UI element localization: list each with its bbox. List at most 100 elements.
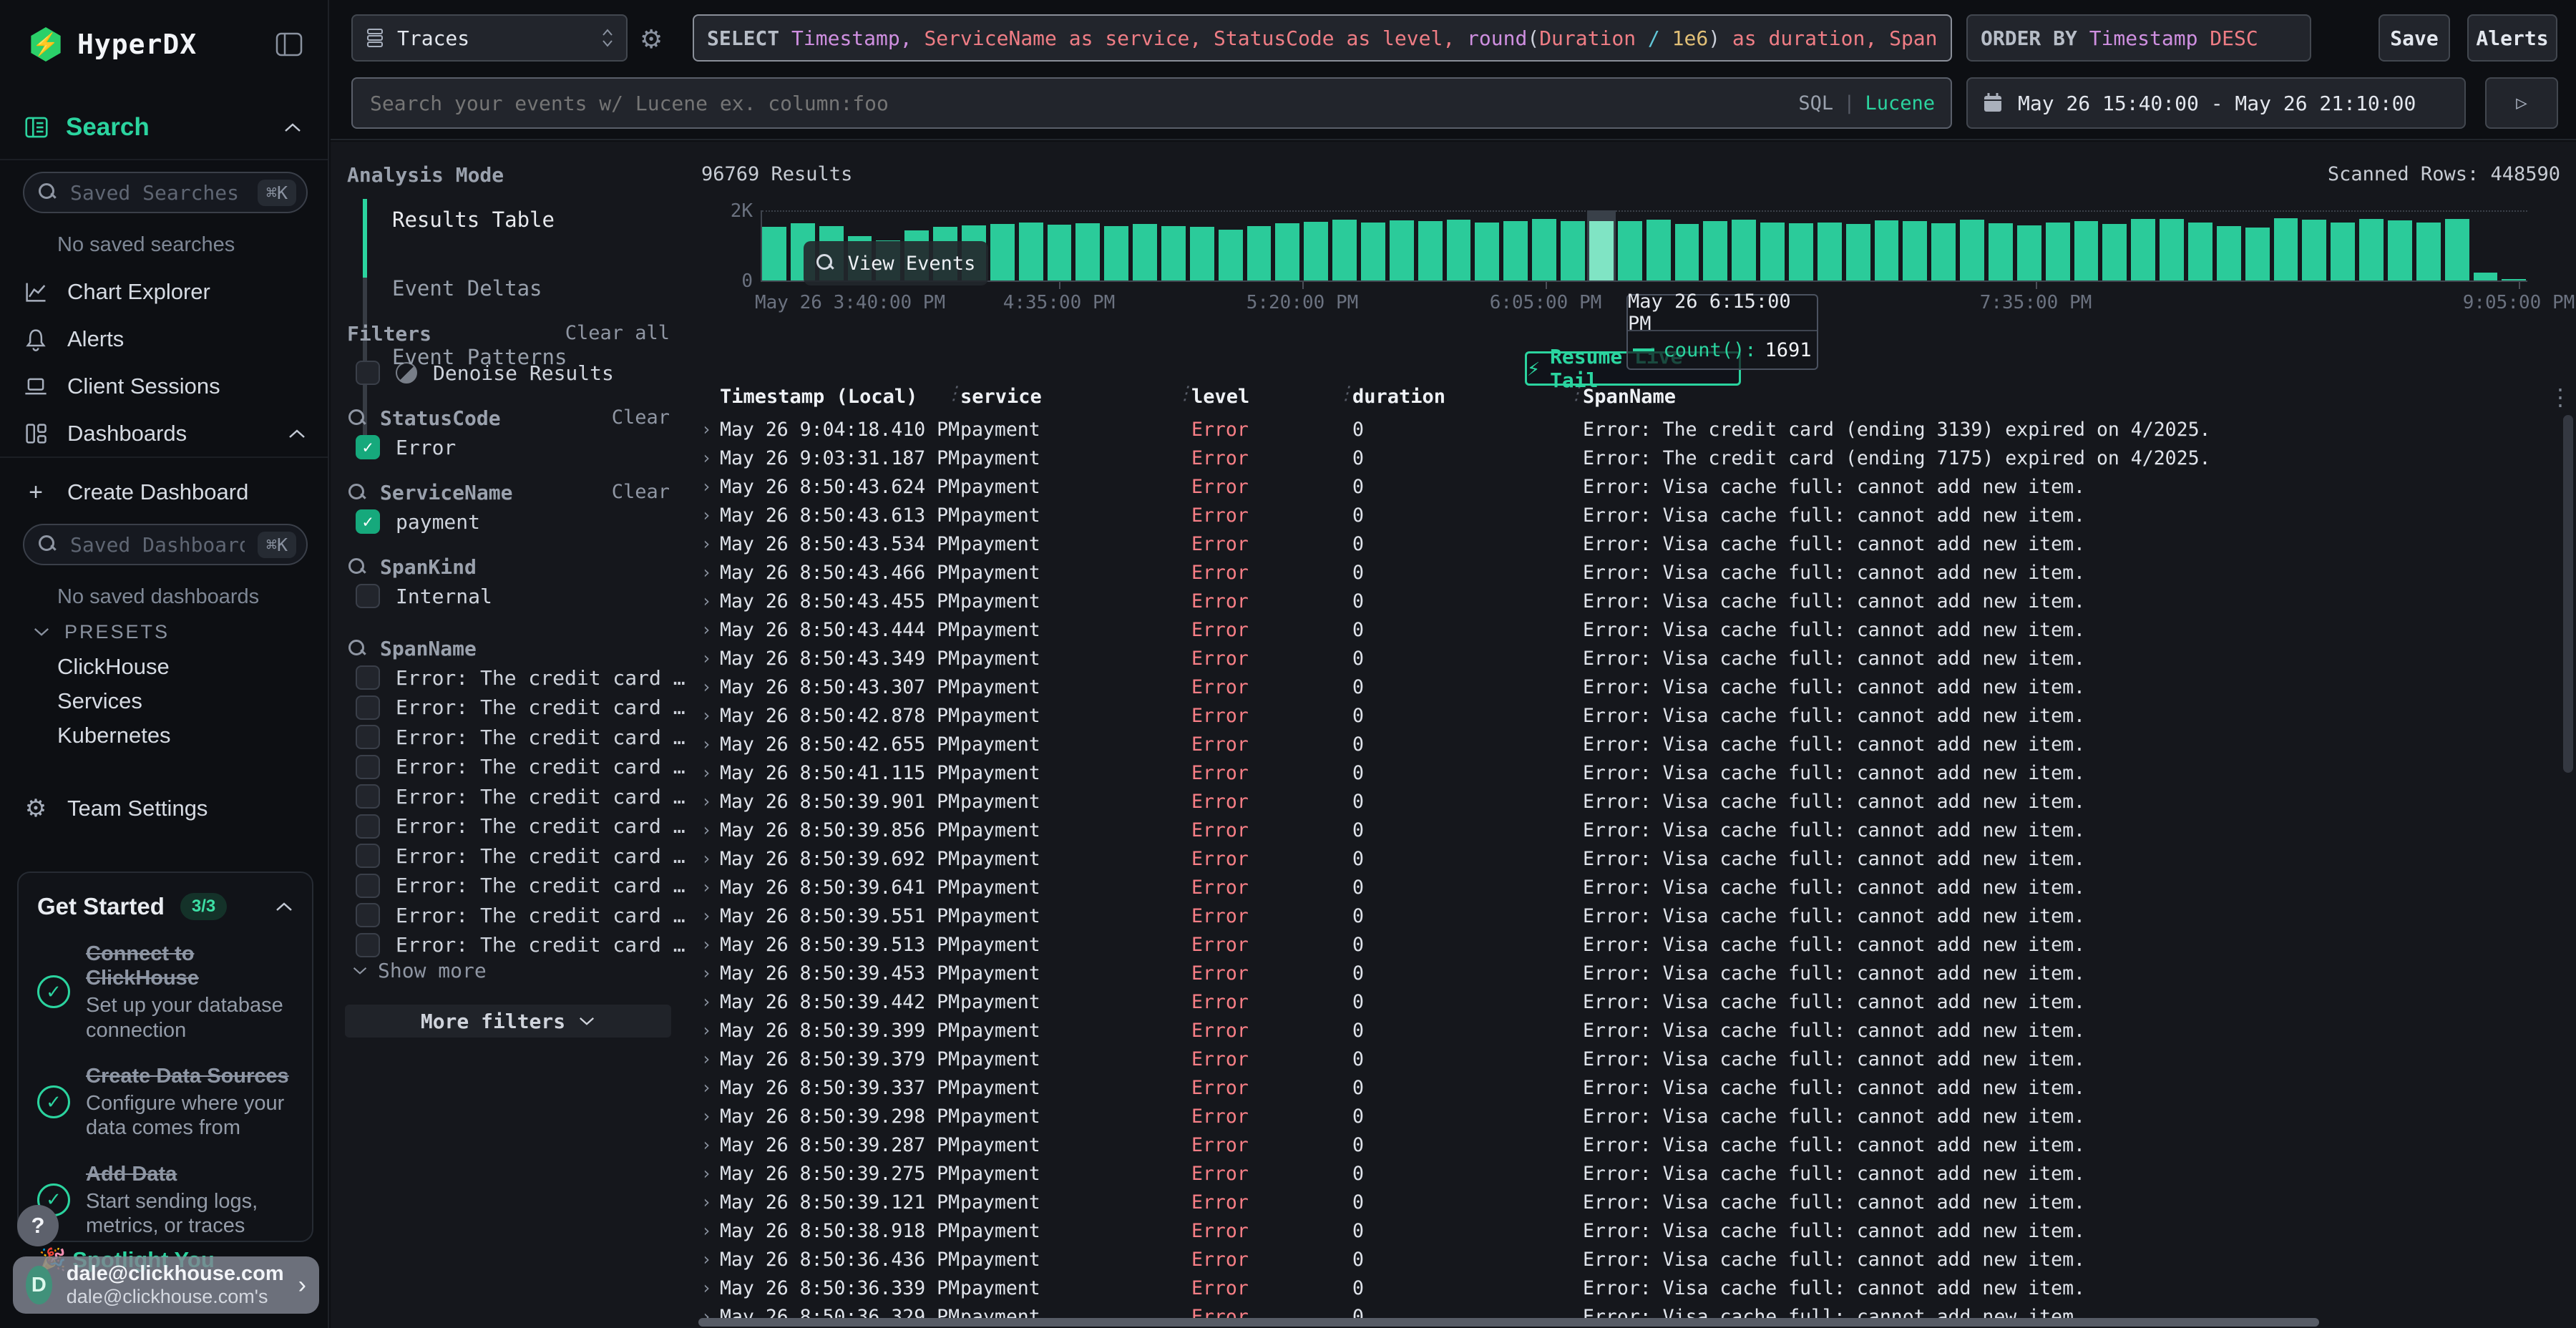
save-button[interactable]: Save: [2379, 14, 2450, 62]
histogram-bar[interactable]: [1532, 210, 1556, 280]
row-expand-chevron-icon[interactable]: ›: [701, 505, 720, 525]
more-filters-button[interactable]: More filters: [345, 1005, 671, 1038]
filter-option[interactable]: Error: The credit card …: [356, 725, 686, 749]
filter-option[interactable]: Error: The credit card …: [356, 784, 686, 809]
table-row[interactable]: ›May 26 8:50:43.624 PMpaymentError0Error…: [701, 472, 2552, 501]
checkbox[interactable]: ✓: [356, 509, 380, 534]
histogram-bar[interactable]: [2416, 210, 2441, 280]
histogram-bar[interactable]: [1760, 210, 1785, 280]
filter-option[interactable]: Error: The credit card …: [356, 755, 686, 779]
table-row[interactable]: ›May 26 8:50:43.466 PMpaymentError0Error…: [701, 558, 2552, 587]
histogram-bar[interactable]: [2017, 210, 2041, 280]
row-expand-chevron-icon[interactable]: ›: [701, 763, 720, 783]
histogram-bar[interactable]: [1161, 210, 1186, 280]
table-row[interactable]: ›May 26 8:50:39.453 PMpaymentError0Error…: [701, 959, 2552, 987]
histogram-bar[interactable]: [2188, 210, 2212, 280]
saved-searches-input[interactable]: [69, 180, 246, 205]
table-row[interactable]: ›May 26 8:50:39.275 PMpaymentError0Error…: [701, 1159, 2552, 1188]
histogram-bar[interactable]: [1789, 210, 1813, 280]
table-row[interactable]: ›May 26 8:50:39.399 PMpaymentError0Error…: [701, 1016, 2552, 1045]
row-expand-chevron-icon[interactable]: ›: [701, 791, 720, 811]
histogram-bar[interactable]: [1019, 210, 1043, 280]
column-separator[interactable]: ⋮: [945, 383, 963, 404]
table-row[interactable]: ›May 26 8:50:36.339 PMpaymentError0Error…: [701, 1274, 2552, 1302]
filter-option[interactable]: Error: The credit card …: [356, 903, 686, 927]
row-expand-chevron-icon[interactable]: ›: [701, 1163, 720, 1183]
table-row[interactable]: ›May 26 8:50:42.655 PMpaymentError0Error…: [701, 730, 2552, 758]
histogram-bar[interactable]: [2388, 210, 2412, 280]
table-row[interactable]: ›May 26 8:50:43.444 PMpaymentError0Error…: [701, 615, 2552, 644]
checkbox[interactable]: [356, 844, 380, 868]
col-timestamp[interactable]: Timestamp (Local): [720, 386, 960, 408]
user-menu[interactable]: D dale@clickhouse.com dale@clickhouse.co…: [13, 1256, 319, 1314]
scrollbar-thumb[interactable]: [2563, 415, 2573, 773]
histogram-bar[interactable]: [1989, 210, 2013, 280]
filter-option[interactable]: Error: The credit card …: [356, 695, 686, 720]
row-expand-chevron-icon[interactable]: ›: [701, 534, 720, 554]
clear-all-link[interactable]: Clear all: [565, 322, 670, 344]
table-row[interactable]: ›May 26 8:50:38.918 PMpaymentError0Error…: [701, 1216, 2552, 1245]
histogram-bar[interactable]: [990, 210, 1015, 280]
histogram-bar[interactable]: [1361, 210, 1385, 280]
histogram-bar[interactable]: [1104, 210, 1128, 280]
histogram-bar[interactable]: [2102, 210, 2127, 280]
histogram-bar[interactable]: [1133, 210, 1157, 280]
checkbox[interactable]: [356, 874, 380, 898]
checkbox[interactable]: [356, 695, 380, 720]
row-expand-chevron-icon[interactable]: ›: [701, 906, 720, 926]
histogram-bar[interactable]: [1048, 210, 1072, 280]
table-row[interactable]: ›May 26 8:50:39.901 PMpaymentError0Error…: [701, 787, 2552, 816]
chevron-up-icon[interactable]: [275, 901, 293, 912]
help-button[interactable]: ?: [17, 1205, 59, 1246]
row-expand-chevron-icon[interactable]: ›: [701, 1106, 720, 1126]
get-started-item[interactable]: ✓Add DataStart sending logs, metrics, or…: [37, 1162, 293, 1239]
row-expand-chevron-icon[interactable]: ›: [701, 591, 720, 611]
table-row[interactable]: ›May 26 8:50:39.513 PMpaymentError0Error…: [701, 930, 2552, 959]
checkbox[interactable]: [356, 361, 380, 385]
clear-filter-link[interactable]: Clear: [612, 406, 670, 429]
row-expand-chevron-icon[interactable]: ›: [701, 934, 720, 954]
histogram-bar[interactable]: [2474, 210, 2498, 280]
checkbox[interactable]: ✓: [356, 435, 380, 459]
histogram-bar[interactable]: [1247, 210, 1272, 280]
lang-sql-toggle[interactable]: SQL: [1798, 92, 1833, 114]
histogram-bar[interactable]: [1931, 210, 1956, 280]
histogram-bar[interactable]: [1903, 210, 1927, 280]
order-by-editor[interactable]: ORDER BY Timestamp DESC: [1966, 14, 2311, 62]
lang-lucene-toggle[interactable]: Lucene: [1865, 92, 1935, 114]
col-service[interactable]: ⋮service: [960, 386, 1191, 408]
row-expand-chevron-icon[interactable]: ›: [701, 562, 720, 582]
run-query-button[interactable]: ▷: [2485, 77, 2558, 129]
table-row[interactable]: ›May 26 8:50:43.349 PMpaymentError0Error…: [701, 644, 2552, 673]
table-row[interactable]: ›May 26 8:50:39.551 PMpaymentError0Error…: [701, 902, 2552, 930]
table-row[interactable]: ›May 26 9:03:31.187 PMpaymentError0Error…: [701, 444, 2552, 472]
row-expand-chevron-icon[interactable]: ›: [701, 963, 720, 983]
row-expand-chevron-icon[interactable]: ›: [701, 1221, 720, 1241]
histogram-bar[interactable]: [2359, 210, 2384, 280]
row-expand-chevron-icon[interactable]: ›: [701, 706, 720, 726]
histogram-bar[interactable]: [1589, 210, 1614, 280]
checkbox[interactable]: [356, 933, 380, 957]
histogram-bar[interactable]: [2245, 210, 2270, 280]
filter-option[interactable]: Internal: [356, 584, 492, 608]
table-row[interactable]: ›May 26 8:50:39.692 PMpaymentError0Error…: [701, 844, 2552, 873]
checkbox[interactable]: [356, 784, 380, 809]
sidebar-item-client-sessions[interactable]: Client Sessions: [23, 366, 306, 406]
event-search-input[interactable]: [369, 91, 1798, 116]
histogram-bar[interactable]: [2131, 210, 2155, 280]
presets-toggle[interactable]: PRESETS: [33, 621, 170, 643]
filter-option[interactable]: ✓payment: [356, 509, 480, 534]
histogram-bar[interactable]: [1646, 210, 1671, 280]
histogram-bar[interactable]: [1503, 210, 1528, 280]
histogram-bar[interactable]: [1732, 210, 1756, 280]
histogram-bar[interactable]: [2274, 210, 2298, 280]
table-row[interactable]: ›May 26 8:50:41.115 PMpaymentError0Error…: [701, 758, 2552, 787]
source-select[interactable]: Traces: [351, 14, 628, 62]
sidebar-item-chart-explorer[interactable]: Chart Explorer: [23, 272, 306, 312]
histogram-bar[interactable]: [1818, 210, 1842, 280]
table-row[interactable]: ›May 26 8:50:39.379 PMpaymentError0Error…: [701, 1045, 2552, 1073]
gear-icon[interactable]: ⚙: [640, 24, 663, 54]
histogram-bar[interactable]: [1190, 210, 1214, 280]
sidebar-item-team-settings[interactable]: ⚙ Team Settings: [23, 788, 306, 829]
table-row[interactable]: ›May 26 8:50:39.337 PMpaymentError0Error…: [701, 1073, 2552, 1102]
